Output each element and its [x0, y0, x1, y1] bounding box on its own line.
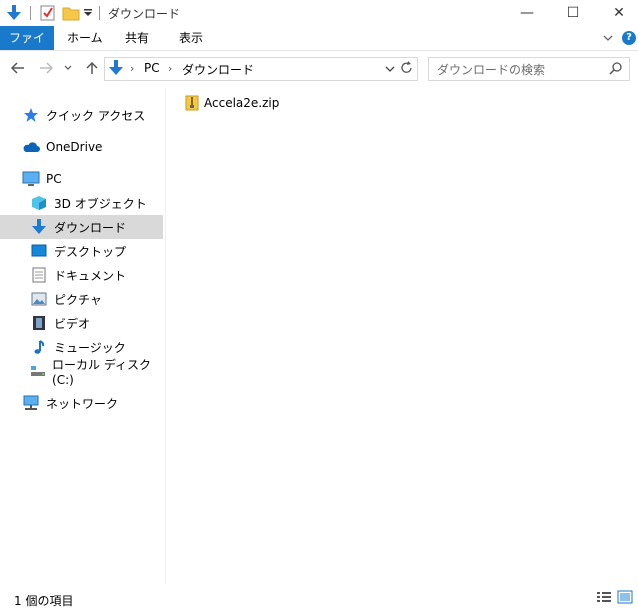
search-icon[interactable]	[609, 61, 623, 75]
expand-ribbon-icon[interactable]	[602, 32, 614, 44]
nav-label: クイック アクセス	[46, 108, 146, 123]
status-bar	[0, 588, 638, 610]
toolbar-separator	[30, 6, 31, 20]
breadcrumb-downloads[interactable]: ダウンロード	[182, 61, 254, 78]
video-icon	[30, 314, 48, 332]
nav-quick-access[interactable]: クイック アクセス	[0, 103, 163, 127]
nav-network[interactable]: ネットワーク	[0, 391, 163, 415]
nav-label: ダウンロード	[54, 220, 127, 235]
item-count: 1 個の項目	[14, 594, 74, 608]
nav-label: 3D オブジェクト	[54, 196, 147, 211]
document-icon	[30, 266, 48, 284]
back-button[interactable]	[8, 58, 28, 78]
tab-view[interactable]: 表示	[170, 26, 212, 50]
network-icon	[22, 394, 40, 412]
nav-label: ビデオ	[54, 316, 91, 331]
forward-button[interactable]	[36, 58, 56, 78]
up-button[interactable]	[82, 58, 102, 78]
help-icon[interactable]: ?	[622, 31, 636, 45]
recent-locations-button[interactable]	[62, 58, 74, 78]
nav-label: ネットワーク	[46, 396, 119, 411]
breadcrumb-chevron-icon[interactable]: ›	[168, 62, 172, 75]
close-button[interactable]: ✕	[596, 0, 638, 26]
nav-desktop[interactable]: デスクトップ	[0, 239, 163, 263]
music-icon	[30, 338, 48, 356]
tab-file[interactable]: ファイル	[0, 26, 54, 69]
nav-label: PC	[46, 172, 62, 186]
properties-icon[interactable]	[40, 4, 56, 22]
computer-icon	[22, 170, 40, 188]
location-download-icon	[108, 59, 124, 77]
nav-videos[interactable]: ビデオ	[0, 311, 163, 335]
file-name: Accela2e.zip	[204, 96, 280, 110]
maximize-button[interactable]: ☐	[550, 0, 596, 26]
refresh-icon[interactable]	[399, 60, 415, 76]
nav-label: OneDrive	[46, 140, 103, 154]
picture-icon	[30, 290, 48, 308]
customize-toolbar-icon[interactable]	[83, 6, 93, 18]
desktop-icon	[30, 242, 48, 260]
nav-pc[interactable]: PC	[0, 167, 163, 191]
breadcrumb-pc[interactable]: PC	[144, 61, 160, 75]
zip-folder-icon	[184, 95, 200, 111]
star-icon	[22, 106, 40, 124]
file-item[interactable]: Accela2e.zip	[184, 93, 279, 113]
nav-label: デスクトップ	[54, 244, 127, 259]
drive-icon	[30, 362, 46, 380]
download-arrow-icon	[30, 218, 48, 236]
search-placeholder: ダウンロードの検索	[437, 63, 546, 77]
nav-downloads[interactable]: ダウンロード	[0, 215, 163, 239]
breadcrumb-chevron-icon[interactable]: ›	[130, 62, 134, 75]
cloud-icon	[22, 138, 40, 156]
toolbar-separator	[99, 6, 100, 20]
nav-label: ピクチャ	[54, 292, 102, 307]
tab-share[interactable]: 共有	[116, 26, 158, 50]
large-icons-view-icon[interactable]	[617, 590, 633, 604]
nav-label: ローカル ディスク (C:)	[52, 357, 152, 387]
nav-documents[interactable]: ドキュメント	[0, 263, 163, 287]
address-dropdown-icon[interactable]	[384, 63, 396, 73]
new-folder-icon[interactable]	[62, 4, 80, 22]
minimize-button[interactable]: —	[504, 0, 550, 26]
tab-home[interactable]: ホーム	[58, 26, 112, 50]
nav-onedrive[interactable]: OneDrive	[0, 135, 163, 159]
nav-label: ドキュメント	[54, 268, 127, 283]
nav-3d-objects[interactable]: 3D オブジェクト	[0, 191, 163, 215]
nav-local-disk[interactable]: ローカル ディスク (C:)	[0, 358, 163, 387]
window-title: ダウンロード	[108, 7, 181, 21]
details-view-icon[interactable]	[596, 590, 612, 604]
nav-label: ミュージック	[54, 340, 126, 355]
nav-pictures[interactable]: ピクチャ	[0, 287, 163, 311]
cube-icon	[30, 194, 48, 212]
quick-access-download-icon[interactable]	[6, 4, 22, 22]
